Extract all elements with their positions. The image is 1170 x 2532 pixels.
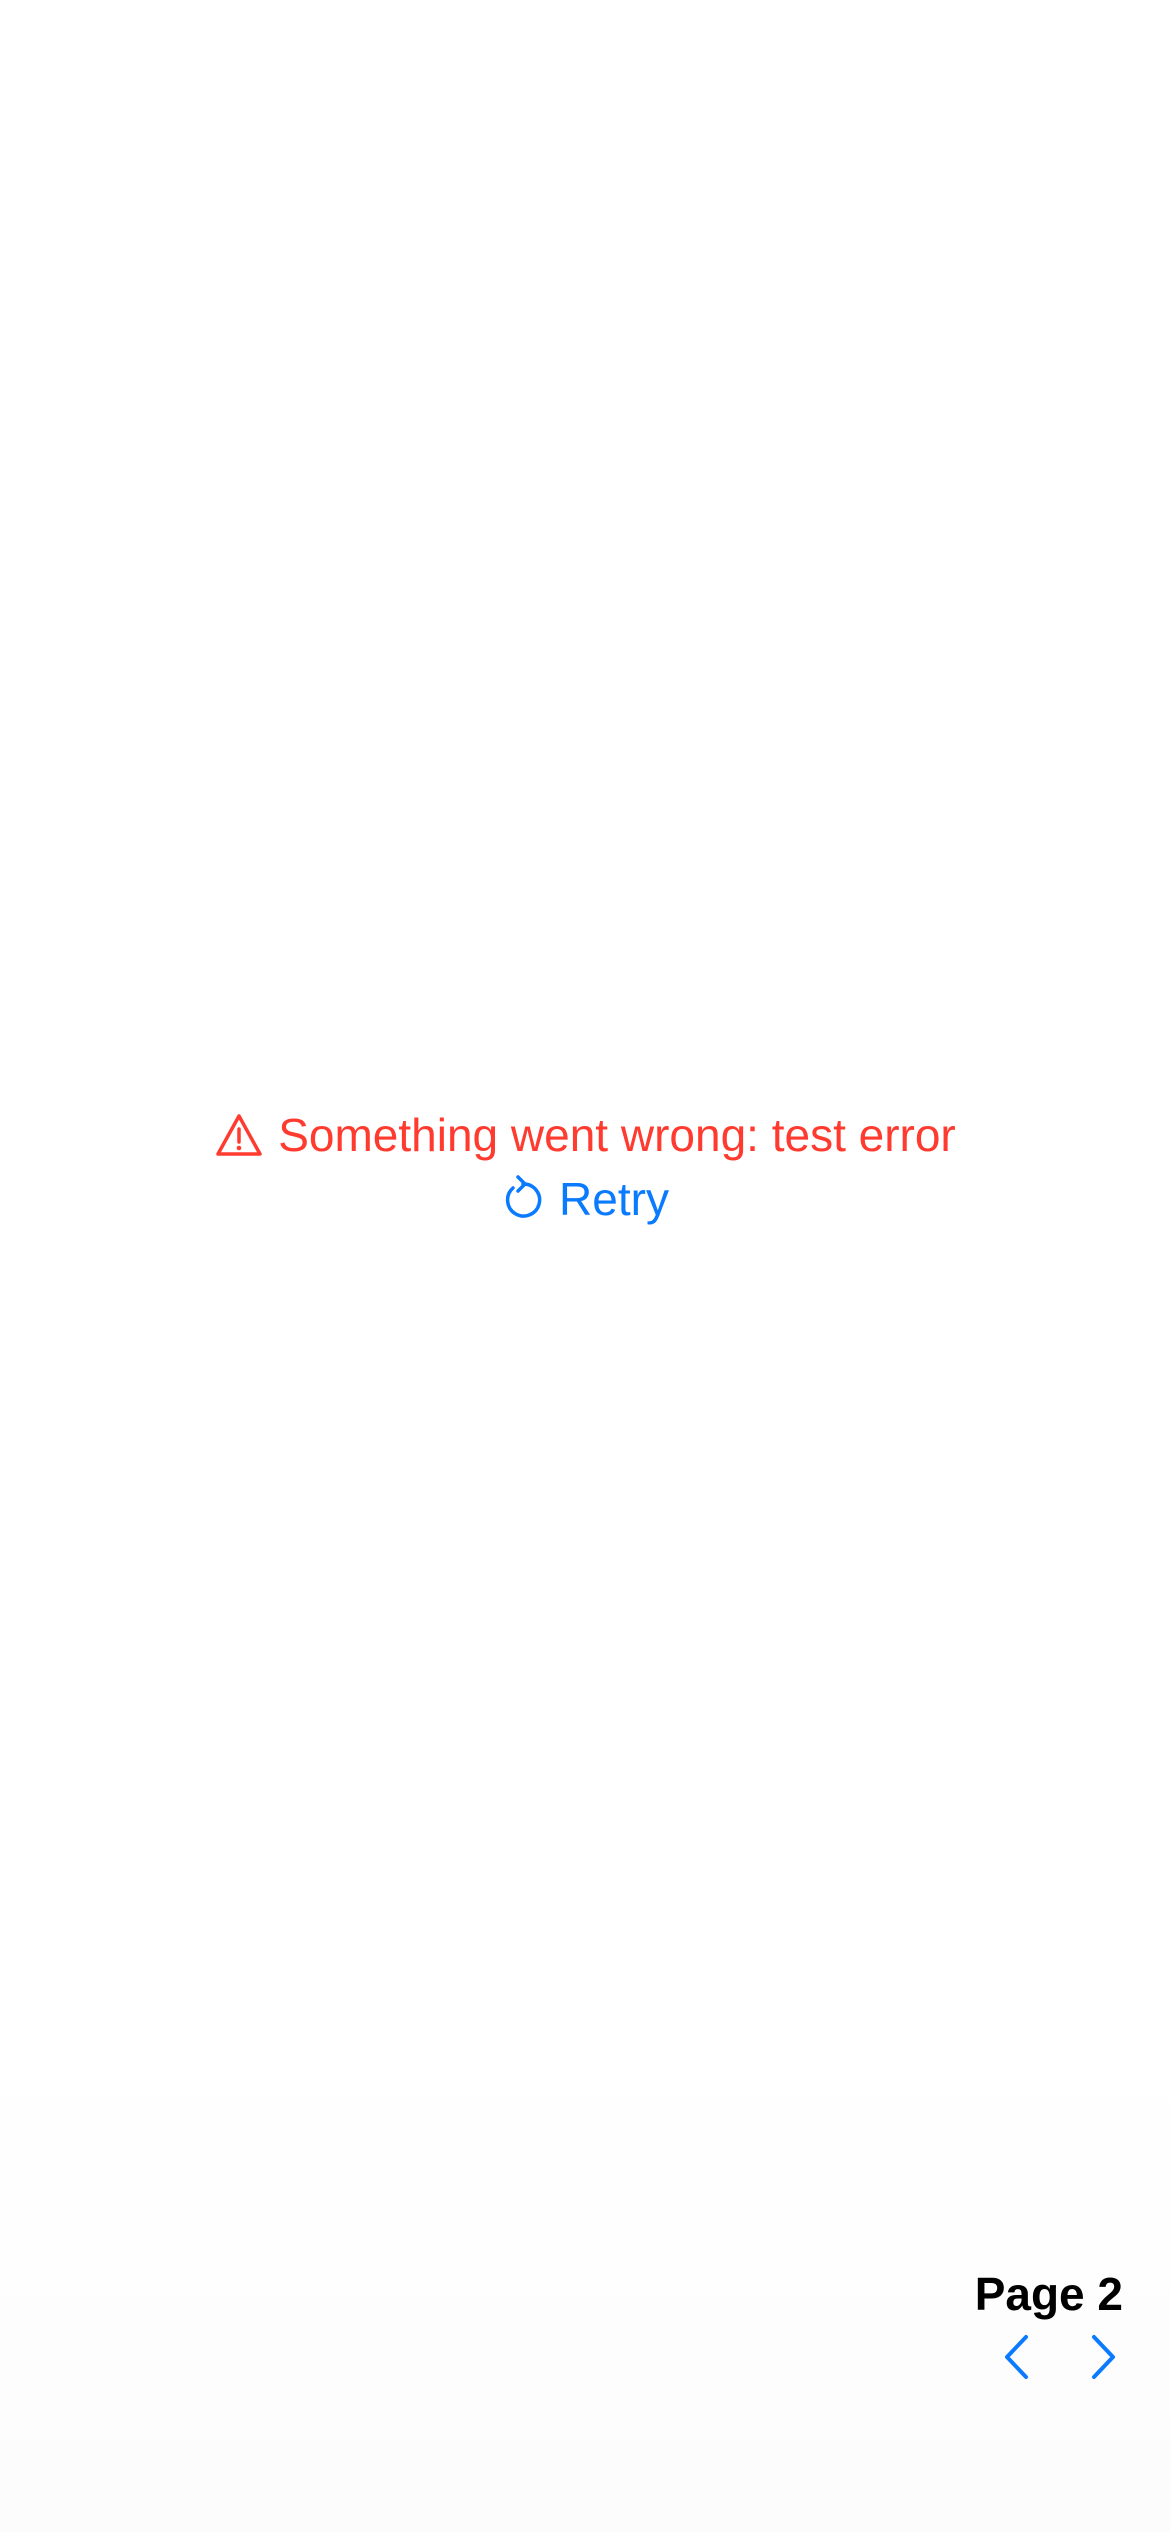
previous-page-button[interactable] [997, 2329, 1035, 2385]
pager-controls [997, 2329, 1123, 2385]
chevron-left-icon [1001, 2333, 1031, 2381]
retry-label: Retry [559, 1173, 669, 1225]
screen: Something went wrong: test error Retry P… [0, 0, 1170, 2532]
pager: Page 2 [975, 2265, 1123, 2385]
arrow-counterclockwise-icon [501, 1174, 545, 1224]
next-page-button[interactable] [1085, 2329, 1123, 2385]
error-message: Something went wrong: test error [278, 1109, 956, 1161]
page-label: Page 2 [974, 2268, 1123, 2320]
retry-button[interactable]: Retry [501, 1169, 669, 1229]
chevron-right-icon [1089, 2333, 1119, 2381]
error-state: Something went wrong: test error Retry [0, 1105, 1170, 1229]
error-message-row: Something went wrong: test error [214, 1105, 956, 1165]
warning-triangle-icon [214, 1112, 264, 1158]
